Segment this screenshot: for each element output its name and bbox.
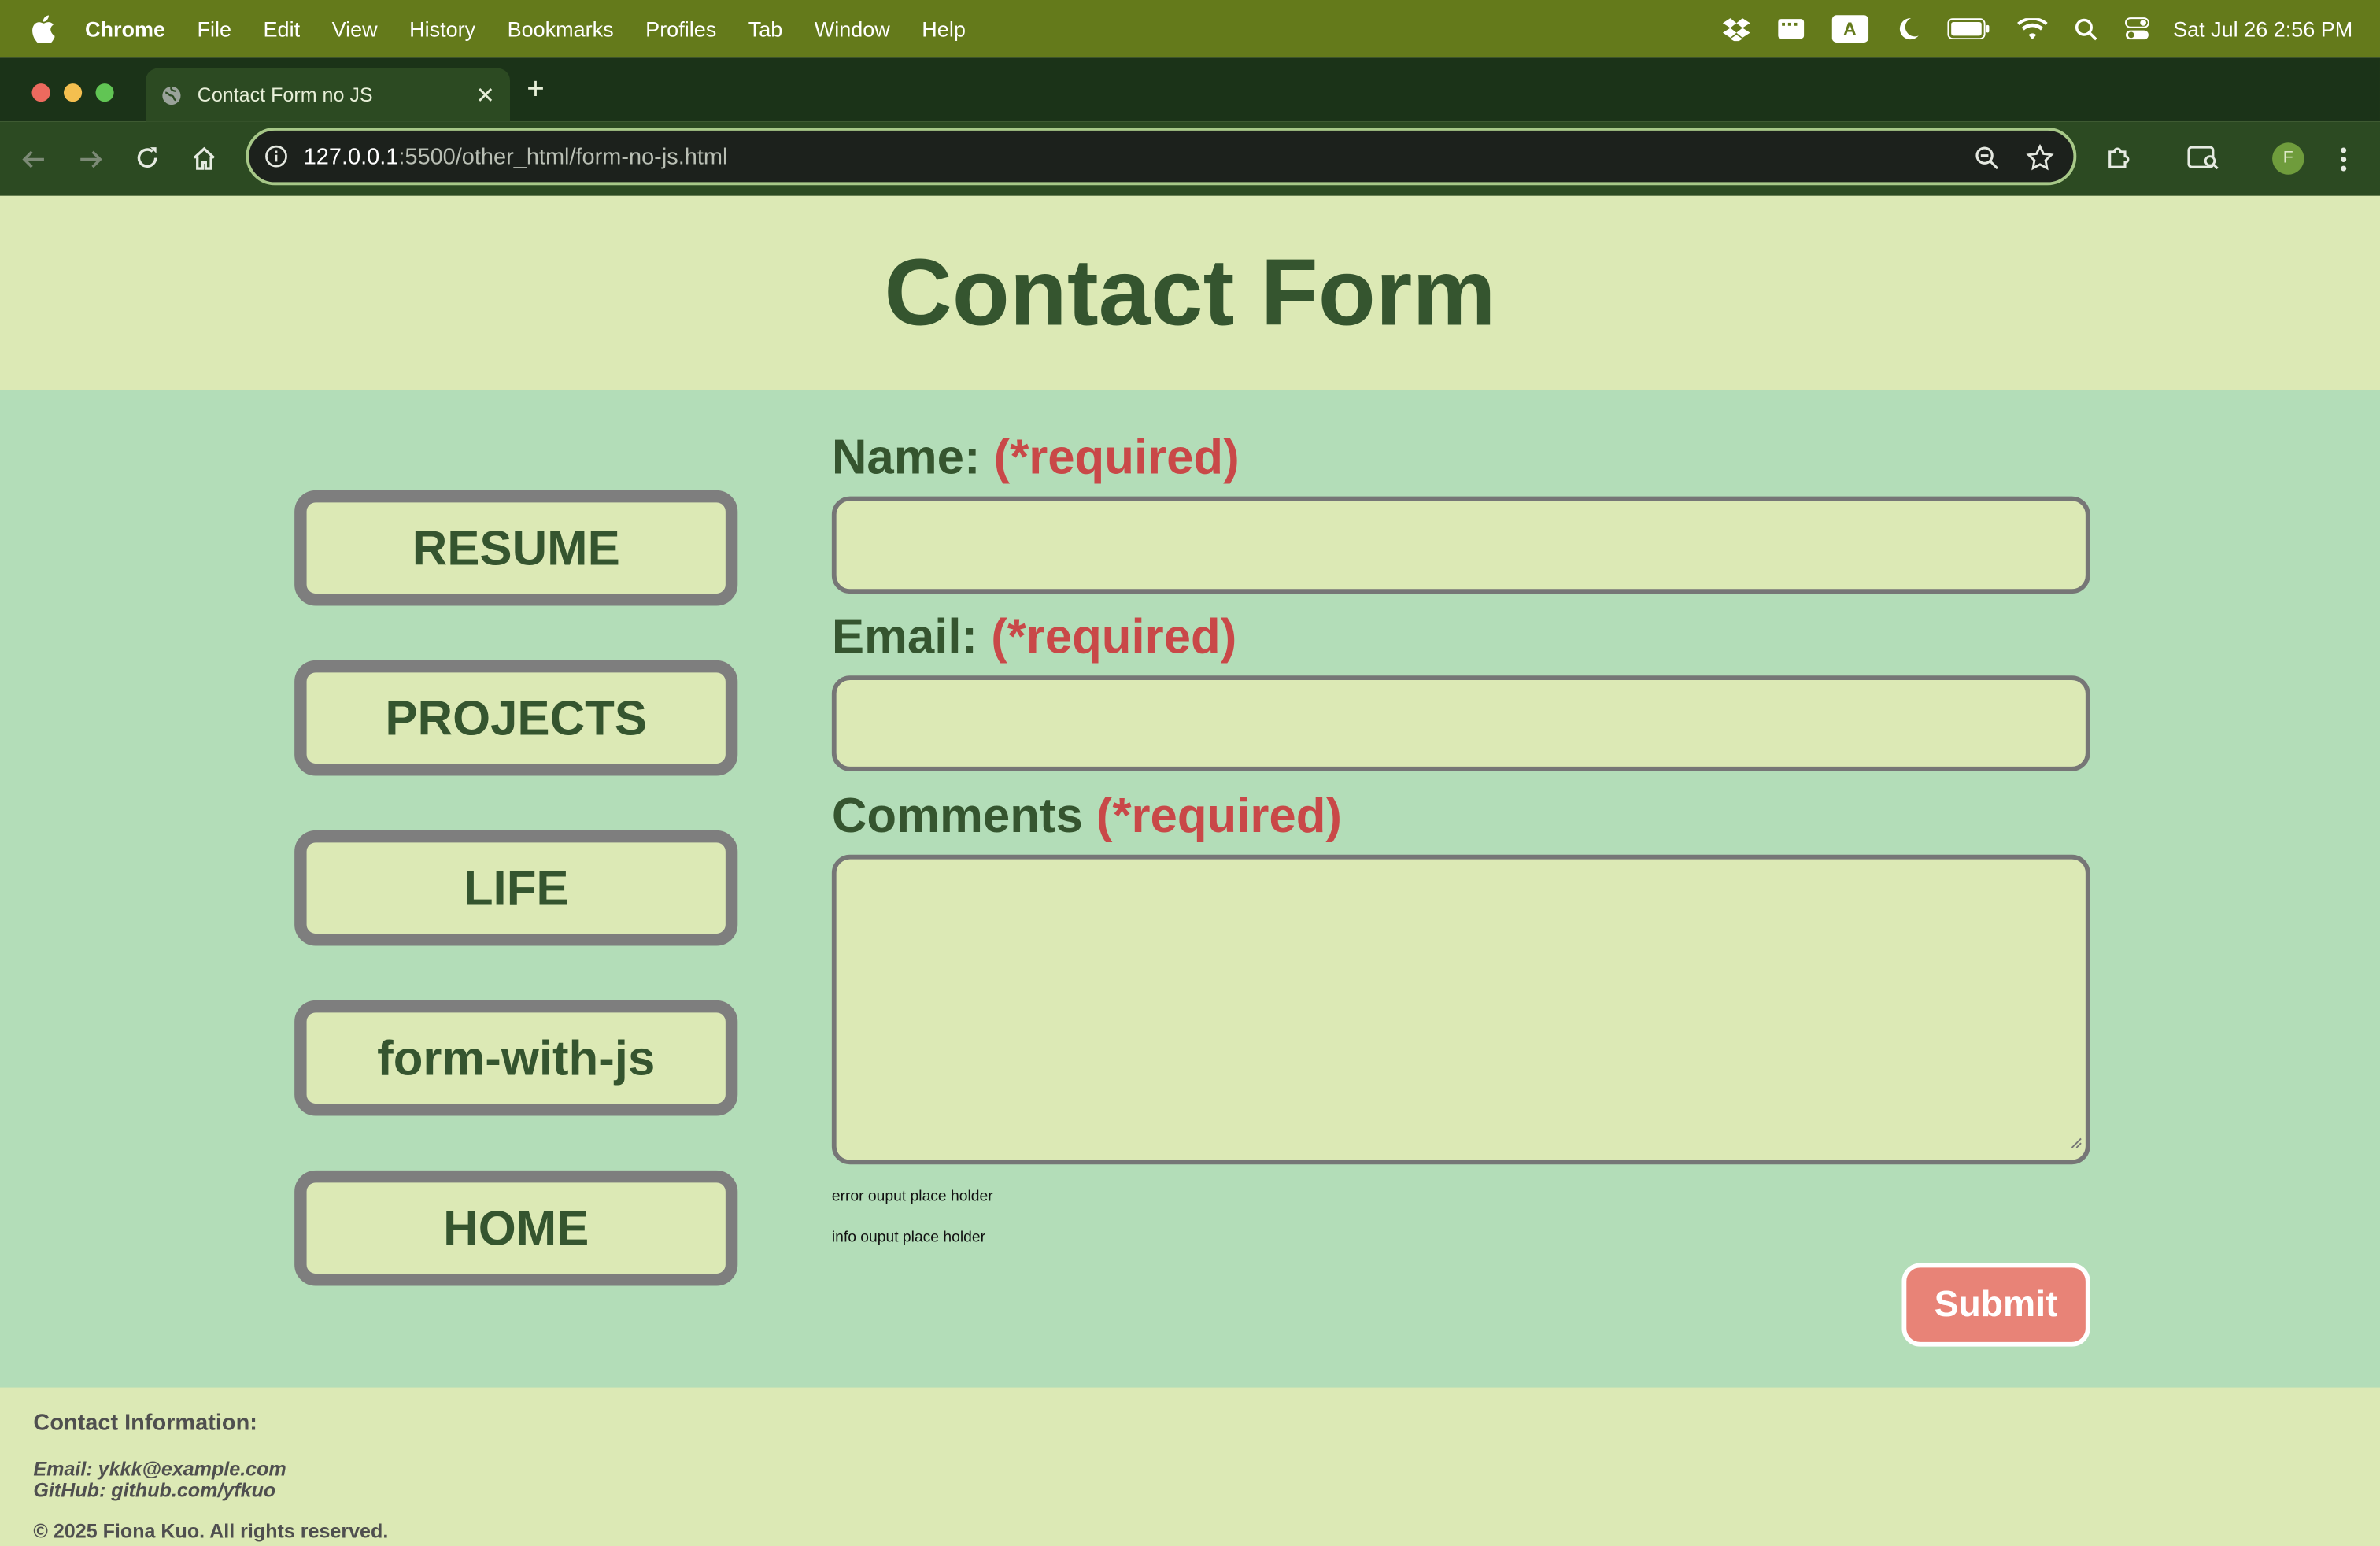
- email-label-text: Email:: [831, 608, 978, 664]
- dropbox-icon[interactable]: [1722, 17, 1750, 42]
- name-label-text: Name:: [831, 429, 981, 485]
- comments-label-text: Comments: [831, 787, 1083, 843]
- globe-icon: [161, 84, 182, 105]
- name-label: Name: (*required): [832, 430, 1240, 486]
- menu-window[interactable]: Window: [815, 17, 890, 41]
- menu-app-name[interactable]: Chrome: [85, 17, 165, 41]
- footer-heading: Contact Information:: [33, 1410, 257, 1437]
- site-info-icon[interactable]: [264, 144, 289, 168]
- back-arrow-icon[interactable]: [21, 147, 46, 172]
- zoom-window-button[interactable]: [95, 83, 114, 102]
- forward-arrow-icon[interactable]: [79, 147, 103, 172]
- nav-button-form-with-js[interactable]: form-with-js: [294, 1000, 738, 1116]
- url-path: :5500/other_html/form-no-js.html: [398, 143, 728, 170]
- main-content: RESUME PROJECTS LIFE form-with-js HOME N…: [0, 390, 2380, 1388]
- menu-tab[interactable]: Tab: [748, 17, 783, 41]
- new-tab-button[interactable]: +: [527, 73, 545, 108]
- battery-icon[interactable]: [1946, 18, 1990, 40]
- zoom-icon[interactable]: [1975, 146, 1999, 170]
- home-icon[interactable]: [191, 146, 217, 172]
- tab-close-icon[interactable]: ✕: [475, 82, 494, 109]
- name-required-note: (*required): [993, 429, 1240, 485]
- menu-help[interactable]: Help: [922, 17, 966, 41]
- wifi-icon[interactable]: [2016, 17, 2048, 40]
- close-window-button[interactable]: [31, 83, 50, 102]
- page-title: Contact Form: [884, 241, 1496, 346]
- footer-github: GitHub: github.com/yfkuo: [33, 1478, 276, 1502]
- bookmark-star-icon[interactable]: [2026, 144, 2054, 172]
- menu-history[interactable]: History: [409, 17, 475, 41]
- nav-button-home[interactable]: HOME: [294, 1170, 738, 1286]
- extensions-puzzle-icon[interactable]: [2105, 144, 2133, 172]
- comments-textarea[interactable]: [831, 854, 2090, 1165]
- menu-edit[interactable]: Edit: [264, 17, 301, 41]
- minimize-window-button[interactable]: [63, 83, 83, 102]
- display-icon[interactable]: [1777, 18, 1805, 39]
- page-header: Contact Form: [0, 195, 2380, 390]
- error-output: error ouput place holder: [831, 1189, 993, 1206]
- browser-tab-active[interactable]: Contact Form no JS ✕: [146, 68, 510, 122]
- reload-icon[interactable]: [135, 146, 160, 170]
- nav-button-life[interactable]: LIFE: [294, 830, 738, 946]
- input-badge: A: [1831, 15, 1868, 43]
- email-required-note: (*required): [991, 608, 1237, 664]
- info-output: info ouput place holder: [831, 1230, 986, 1247]
- profile-avatar[interactable]: F: [2272, 142, 2304, 175]
- url-host: 127.0.0.1: [303, 143, 399, 170]
- submit-button[interactable]: Submit: [1901, 1263, 2090, 1347]
- email-input[interactable]: [831, 675, 2090, 771]
- email-label: Email: (*required): [832, 608, 1236, 664]
- menu-profiles[interactable]: Profiles: [645, 17, 716, 41]
- moon-icon[interactable]: [1895, 17, 1920, 41]
- macos-menu-bar: Chrome File Edit View History Bookmarks …: [0, 0, 2380, 58]
- comments-label: Comments (*required): [832, 788, 1342, 844]
- page-footer: Contact Information: Email: ykkk@example…: [0, 1387, 2380, 1546]
- menu-file[interactable]: File: [198, 17, 232, 41]
- kebab-menu-icon[interactable]: [2339, 146, 2349, 173]
- tab-title: Contact Form no JS: [197, 83, 373, 106]
- name-input[interactable]: [831, 496, 2090, 594]
- address-bar[interactable]: 127.0.0.1:5500/other_html/form-no-js.htm…: [246, 127, 2077, 186]
- comments-required-note: (*required): [1096, 787, 1342, 843]
- input-source-icon[interactable]: A: [1831, 15, 1868, 43]
- menu-bookmarks[interactable]: Bookmarks: [508, 17, 614, 41]
- menu-view[interactable]: View: [332, 17, 378, 41]
- profile-initial: F: [2272, 142, 2304, 175]
- footer-copyright: © 2025 Fiona Kuo. All rights reserved.: [33, 1519, 389, 1543]
- tab-search-icon[interactable]: [2187, 146, 2220, 170]
- nav-button-resume[interactable]: RESUME: [294, 490, 738, 606]
- resize-grip-icon[interactable]: [2071, 1130, 2082, 1157]
- apple-icon[interactable]: [31, 15, 55, 43]
- nav-button-projects[interactable]: PROJECTS: [294, 660, 738, 776]
- spotlight-search-icon[interactable]: [2075, 17, 2097, 40]
- control-center-icon[interactable]: [2124, 17, 2149, 41]
- footer-email: Email: ykkk@example.com: [33, 1457, 286, 1481]
- menu-clock[interactable]: Sat Jul 26 2:56 PM: [2173, 17, 2352, 41]
